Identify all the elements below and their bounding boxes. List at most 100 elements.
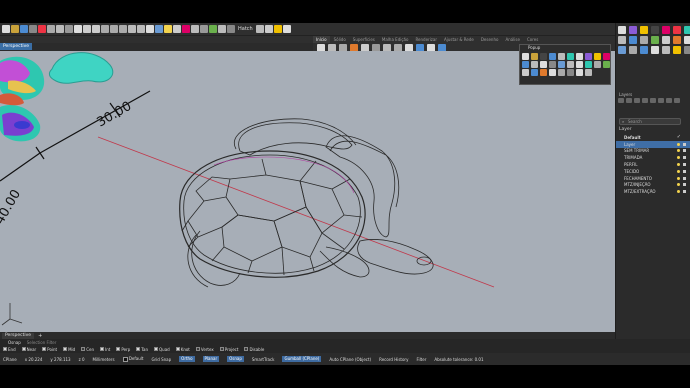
rp-yellow-icon[interactable] bbox=[640, 26, 648, 34]
tab-solido[interactable]: Sólido bbox=[331, 36, 349, 43]
popup-options-icon[interactable] bbox=[549, 69, 556, 76]
popup-curve-icon[interactable] bbox=[594, 61, 601, 68]
light-bulb-icon[interactable] bbox=[677, 163, 680, 167]
material-icon[interactable] bbox=[218, 25, 226, 33]
light-bulb-icon[interactable] bbox=[677, 156, 680, 160]
properties-icon[interactable] bbox=[191, 25, 199, 33]
rp-blue-icon[interactable] bbox=[629, 36, 637, 44]
rp-line-icon[interactable] bbox=[618, 36, 626, 44]
select-icon[interactable] bbox=[173, 25, 181, 33]
checkbox[interactable] bbox=[136, 347, 141, 351]
rp-solid-icon[interactable] bbox=[629, 46, 637, 54]
layer-search-input[interactable]: ⌕ Search bbox=[619, 118, 681, 125]
osnap-knot[interactable]: Knot bbox=[175, 347, 190, 352]
perspective-viewport[interactable]: 30.00 40.00 bbox=[0, 51, 615, 332]
osnap-project[interactable]: Project bbox=[219, 347, 238, 352]
rp-transform-icon[interactable] bbox=[662, 46, 670, 54]
filter-layer-icon[interactable] bbox=[658, 98, 664, 103]
popup-dark-icon[interactable] bbox=[540, 53, 547, 60]
rp-green-icon[interactable] bbox=[651, 36, 659, 44]
popup-sphere-icon[interactable] bbox=[540, 61, 547, 68]
tab-selection-filter[interactable]: Selection Filter bbox=[27, 340, 57, 345]
checkbox[interactable] bbox=[42, 347, 47, 351]
viewport-canvas[interactable]: 30.00 40.00 bbox=[0, 51, 615, 332]
viewport-label[interactable]: Perspective bbox=[0, 43, 33, 50]
light-bulb-icon[interactable] bbox=[677, 190, 680, 194]
popup-layer-icon[interactable] bbox=[522, 61, 529, 68]
rp-surface-icon[interactable] bbox=[618, 46, 626, 54]
checkbox[interactable] bbox=[175, 347, 180, 351]
shaded-objects[interactable] bbox=[0, 52, 114, 142]
rp-point-icon[interactable] bbox=[618, 26, 626, 34]
checkbox[interactable] bbox=[195, 347, 200, 351]
help-layer-icon[interactable] bbox=[674, 98, 680, 103]
osnap-vertex[interactable]: Vertex bbox=[195, 347, 214, 352]
zoom-window-icon[interactable] bbox=[101, 25, 109, 33]
help-icon[interactable] bbox=[282, 25, 291, 33]
popup-mesh-icon[interactable] bbox=[585, 61, 592, 68]
delete-layer-icon[interactable] bbox=[634, 98, 640, 103]
rp-arc-icon[interactable] bbox=[662, 36, 670, 44]
popup-render-icon[interactable] bbox=[603, 61, 610, 68]
add-viewport-tab-button[interactable]: + bbox=[38, 333, 42, 339]
copy-icon[interactable] bbox=[56, 25, 64, 33]
popup-pink-icon[interactable] bbox=[603, 53, 610, 60]
layer-row-layer[interactable]: Layer bbox=[616, 140, 690, 148]
checkbox[interactable] bbox=[100, 347, 105, 351]
osnap-toggle[interactable]: Osnap bbox=[227, 356, 244, 362]
four-views-icon[interactable] bbox=[146, 25, 154, 33]
tools-layer-icon[interactable] bbox=[666, 98, 672, 103]
rp-purple-icon[interactable] bbox=[629, 26, 637, 34]
layer-row-default[interactable]: Default ✓ bbox=[616, 134, 690, 141]
rp-curve-icon[interactable] bbox=[640, 36, 648, 44]
popup-blue-icon[interactable] bbox=[549, 53, 556, 60]
light-bulb-icon[interactable] bbox=[677, 169, 680, 173]
checkbox[interactable] bbox=[219, 347, 224, 351]
undo-view-icon[interactable] bbox=[128, 25, 136, 33]
rp-teal-icon[interactable] bbox=[684, 26, 690, 34]
osnap-near[interactable]: Near bbox=[21, 347, 36, 352]
turtle-curves[interactable] bbox=[179, 118, 434, 288]
hatch-icon[interactable] bbox=[255, 25, 264, 33]
popup-box-icon[interactable] bbox=[576, 61, 583, 68]
layer-row-mtz-injecao[interactable]: MTZ/INJEÇÃO bbox=[616, 182, 690, 189]
units-label[interactable]: Millimeters bbox=[93, 357, 115, 362]
layer-row-sem-trimar[interactable]: SEM TRIMAR bbox=[616, 148, 690, 155]
tab-osnap[interactable]: Osnap bbox=[8, 340, 21, 345]
layer-row-trimada[interactable]: TRIMADA bbox=[616, 154, 690, 161]
popup-new-icon[interactable] bbox=[522, 53, 529, 60]
popup-view-icon[interactable] bbox=[558, 61, 565, 68]
osnap-point[interactable]: Point bbox=[42, 347, 57, 352]
lock-icon[interactable] bbox=[683, 176, 686, 180]
rotate-view-icon[interactable] bbox=[83, 25, 91, 33]
light-bulb-icon[interactable] bbox=[677, 183, 680, 187]
record-history-toggle[interactable]: Record History bbox=[379, 357, 408, 362]
smarttrack-toggle[interactable]: SmartTrack bbox=[252, 357, 275, 362]
checkbox[interactable] bbox=[21, 347, 26, 351]
save-icon[interactable] bbox=[20, 25, 28, 33]
lock-icon[interactable] bbox=[683, 142, 686, 146]
lock-icon[interactable] bbox=[683, 169, 686, 173]
popup-teal-icon[interactable] bbox=[567, 53, 574, 60]
auto-cplane-toggle[interactable]: Auto CPlane (Object) bbox=[329, 357, 371, 362]
checkbox[interactable] bbox=[154, 347, 159, 351]
current-layer[interactable]: Default bbox=[122, 356, 143, 362]
zoom-icon[interactable] bbox=[92, 25, 100, 33]
tab-perspective[interactable]: Perspective bbox=[2, 332, 35, 339]
move-up-icon[interactable] bbox=[642, 98, 648, 103]
rp-red-icon[interactable] bbox=[673, 26, 681, 34]
popup-grid-icon[interactable] bbox=[567, 61, 574, 68]
new-sublayer-icon[interactable] bbox=[626, 98, 632, 103]
tab-inicio[interactable]: Início bbox=[313, 36, 330, 43]
light-bulb-icon[interactable] bbox=[677, 176, 680, 180]
popup-yellow-icon[interactable] bbox=[594, 53, 601, 60]
osnap-int[interactable]: Int bbox=[100, 347, 110, 352]
planar-toggle[interactable]: Planar bbox=[202, 356, 220, 362]
popup-surface-icon[interactable] bbox=[531, 69, 538, 76]
redo-view-icon[interactable] bbox=[137, 25, 145, 33]
checkbox[interactable] bbox=[244, 347, 249, 351]
lock-icon[interactable] bbox=[683, 156, 686, 160]
new-layer-icon[interactable] bbox=[618, 98, 624, 103]
osnap-quad[interactable]: Quad bbox=[154, 347, 170, 352]
layer-row-fechamento[interactable]: FECHAMENTO bbox=[616, 175, 690, 182]
